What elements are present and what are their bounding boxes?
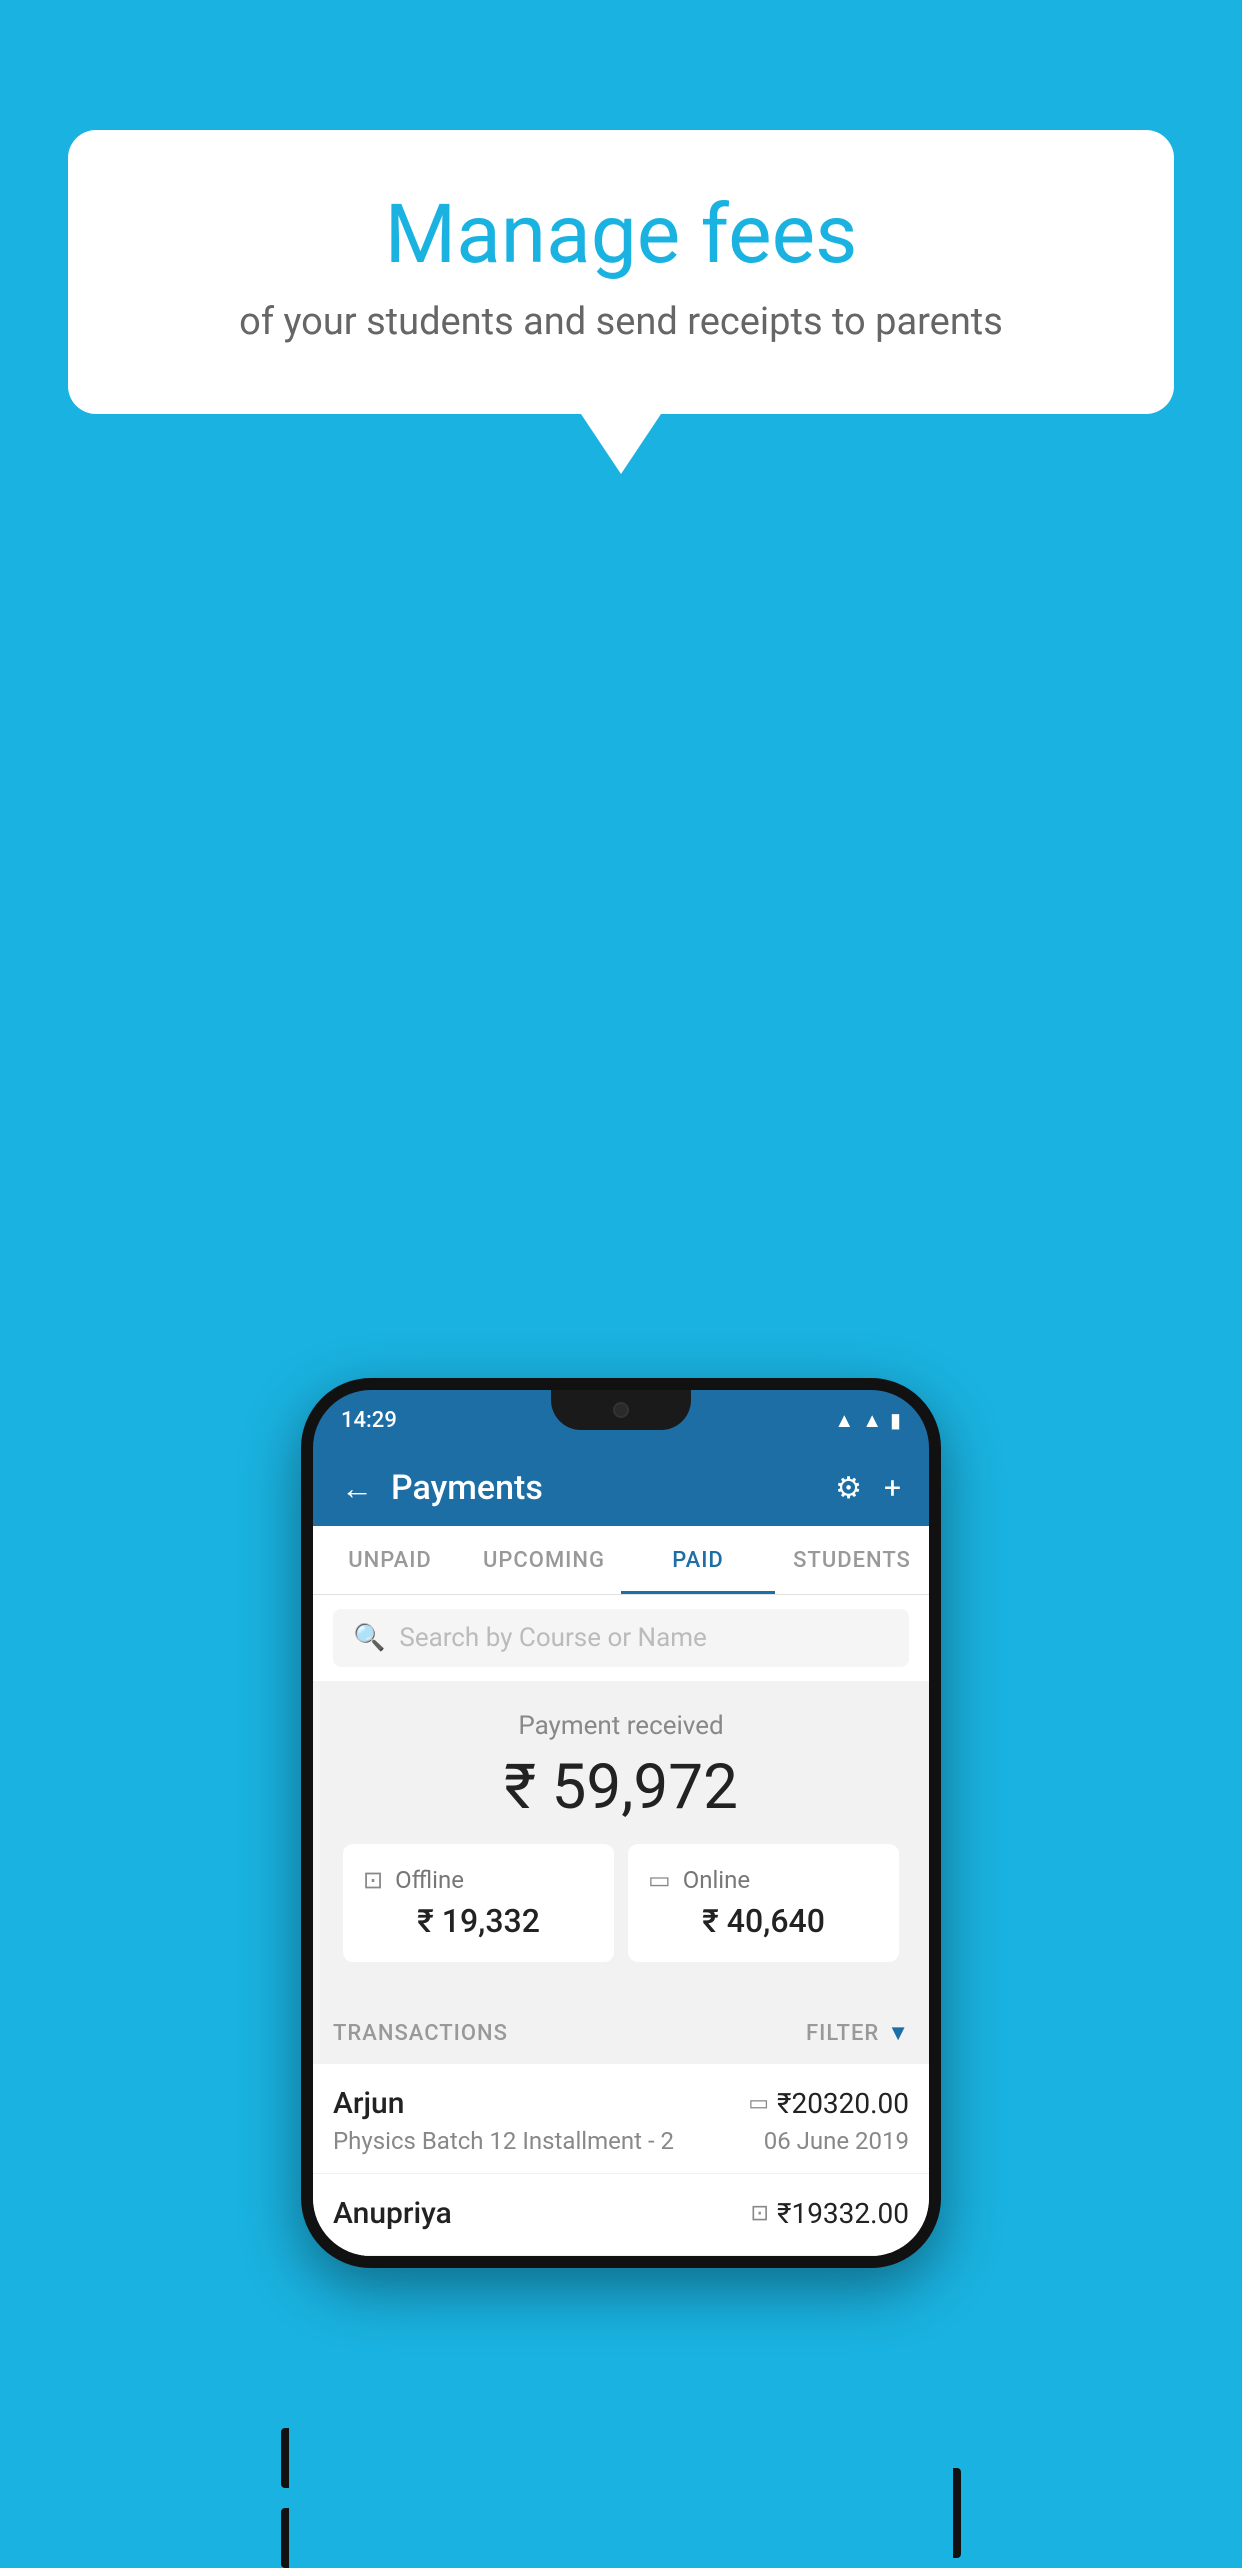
header-right: ⚙ +	[835, 1471, 901, 1506]
tab-students[interactable]: STUDENTS	[775, 1526, 929, 1594]
filter-section[interactable]: FILTER ▼	[806, 2020, 909, 2046]
tab-paid[interactable]: PAID	[621, 1526, 775, 1594]
phone-screen: 🔍 Search by Course or Name Payment recei…	[313, 1595, 929, 2256]
online-payment-card: ▭ Online ₹ 40,640	[628, 1844, 899, 1962]
speech-bubble: Manage fees of your students and send re…	[68, 130, 1174, 414]
online-label: Online	[683, 1866, 750, 1894]
payment-received-section: Payment received ₹ 59,972 ⊡ Offline ₹ 19…	[313, 1681, 929, 2002]
online-amount: ₹ 40,640	[648, 1902, 879, 1940]
transaction-top-2: Anupriya ⊡ ₹19332.00	[333, 2196, 909, 2231]
speech-bubble-container: Manage fees of your students and send re…	[68, 130, 1174, 474]
search-input[interactable]: Search by Course or Name	[399, 1623, 706, 1653]
phone-frame: 14:29 ▲ ▲ ▮ ← Payments ⚙ + UNPAI	[301, 1378, 941, 2268]
transactions-header: TRANSACTIONS FILTER ▼	[313, 2002, 929, 2064]
camera	[613, 1402, 629, 1418]
search-bar[interactable]: 🔍 Search by Course or Name	[333, 1609, 909, 1667]
header-left: ← Payments	[341, 1468, 543, 1508]
back-button[interactable]: ←	[341, 1469, 373, 1507]
offline-amount: ₹ 19,332	[363, 1902, 594, 1940]
online-card-header: ▭ Online	[648, 1866, 879, 1894]
table-row[interactable]: Anupriya ⊡ ₹19332.00	[313, 2174, 929, 2256]
battery-icon: ▮	[890, 1408, 901, 1432]
payment-cards: ⊡ Offline ₹ 19,332 ▭ Online ₹ 40,640	[333, 1844, 909, 1982]
offline-payment-card: ⊡ Offline ₹ 19,332	[343, 1844, 614, 1962]
add-icon[interactable]: +	[884, 1471, 901, 1506]
transaction-name-2: Anupriya	[333, 2196, 452, 2231]
speech-bubble-pointer	[581, 414, 661, 474]
volume-up-button	[281, 2428, 289, 2488]
filter-label: FILTER	[806, 2021, 879, 2046]
header-title: Payments	[391, 1468, 543, 1508]
app-header: ← Payments ⚙ +	[313, 1450, 929, 1526]
speech-bubble-subtitle: of your students and send receipts to pa…	[148, 300, 1094, 344]
payment-total-amount: ₹ 59,972	[333, 1751, 909, 1824]
transaction-name-1: Arjun	[333, 2086, 404, 2121]
transaction-amount-row-1: ▭ ₹20320.00	[748, 2087, 909, 2120]
tab-upcoming[interactable]: UPCOMING	[467, 1526, 621, 1594]
volume-down-button	[281, 2508, 289, 2568]
tabs-container: UNPAID UPCOMING PAID STUDENTS	[313, 1526, 929, 1595]
table-row[interactable]: Arjun ▭ ₹20320.00 Physics Batch 12 Insta…	[313, 2064, 929, 2174]
transaction-date-1: 06 June 2019	[764, 2127, 909, 2155]
tab-unpaid[interactable]: UNPAID	[313, 1526, 467, 1594]
wifi-icon: ▲	[834, 1408, 854, 1433]
transaction-course-1: Physics Batch 12 Installment - 2	[333, 2127, 674, 2155]
status-time: 14:29	[341, 1408, 397, 1433]
transaction-amount-row-2: ⊡ ₹19332.00	[751, 2197, 909, 2230]
offline-card-header: ⊡ Offline	[363, 1866, 594, 1894]
power-button	[953, 2468, 961, 2558]
transaction-amount-2: ₹19332.00	[777, 2197, 909, 2230]
phone-notch	[551, 1390, 691, 1430]
signal-icon: ▲	[862, 1408, 882, 1433]
search-icon: 🔍	[353, 1623, 385, 1653]
search-container: 🔍 Search by Course or Name	[313, 1595, 929, 1681]
payment-received-label: Payment received	[333, 1711, 909, 1741]
offline-icon: ⊡	[363, 1866, 383, 1894]
offline-label: Offline	[395, 1866, 464, 1894]
filter-icon: ▼	[887, 2020, 909, 2046]
speech-bubble-title: Manage fees	[148, 190, 1094, 280]
settings-icon[interactable]: ⚙	[835, 1471, 862, 1506]
online-icon: ▭	[648, 1866, 671, 1894]
status-bar: 14:29 ▲ ▲ ▮	[313, 1390, 929, 1450]
status-icons: ▲ ▲ ▮	[834, 1408, 901, 1433]
transactions-label: TRANSACTIONS	[333, 2021, 508, 2046]
transaction-bottom-1: Physics Batch 12 Installment - 2 06 June…	[333, 2127, 909, 2155]
payment-type-icon-1: ▭	[748, 2091, 769, 2116]
transaction-top-1: Arjun ▭ ₹20320.00	[333, 2086, 909, 2121]
transaction-amount-1: ₹20320.00	[777, 2087, 909, 2120]
payment-type-icon-2: ⊡	[751, 2201, 769, 2226]
